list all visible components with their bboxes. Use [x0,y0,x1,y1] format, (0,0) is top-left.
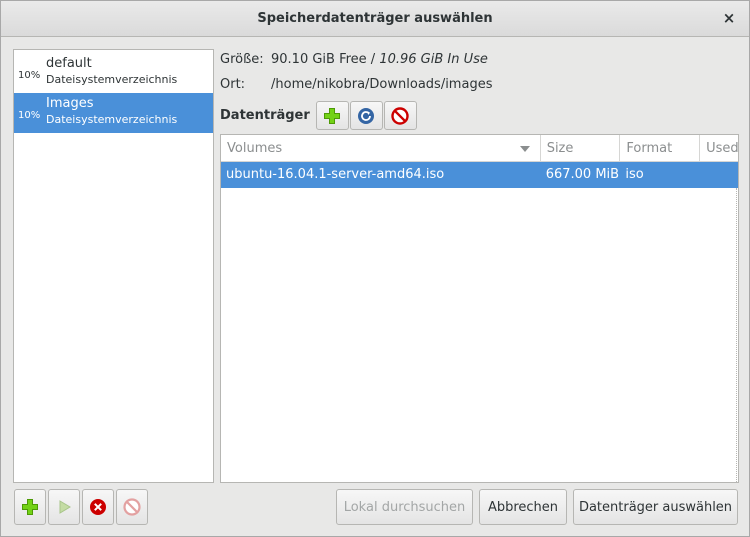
column-header-label: Used [706,141,739,156]
size-separator: / [366,52,380,67]
volume-format-cell: iso [625,167,644,182]
location-path: /home/nikobra/Downloads/images [271,77,493,92]
column-header-label: Volumes [227,141,283,156]
pool-usage-percent: 10% [18,70,41,81]
play-icon [59,500,71,514]
delete-icon [123,498,141,516]
pool-usage-percent: 10% [18,110,41,121]
choose-volume-button[interactable]: Datenträger auswählen [573,489,738,525]
pool-location-row: Ort: /home/nikobra/Downloads/images [220,77,492,92]
volume-used-cell [700,162,738,188]
column-header-format[interactable]: Format [620,135,701,161]
add-volume-button[interactable] [315,101,349,130]
titlebar: Speicherdatenträger auswählen × [1,1,749,37]
column-header-label: Format [626,141,673,156]
pool-name: default [46,56,92,71]
size-label: Größe: [220,52,264,67]
volumes-table-header: Volumes Size Format Used [221,135,738,162]
start-pool-button[interactable] [48,489,80,525]
close-icon[interactable]: × [721,10,737,26]
volumes-label: Datenträger [220,108,310,123]
pool-item-default[interactable]: 10% default Dateisystemverzeichnis [14,53,213,93]
column-header-volumes[interactable]: Volumes [221,135,541,161]
pool-size-row: Größe: 90.10 GiB Free / 10.96 GiB In Use [220,52,488,67]
storage-pool-list: 10% default Dateisystemverzeichnis 10% I… [13,49,214,483]
volume-toolbar: Datenträger [220,101,418,130]
pool-type: Dateisystemverzeichnis [46,73,178,86]
column-divider [736,188,737,482]
volume-size-cell: 667.00 MiB [545,167,620,182]
column-header-label: Size [546,141,574,156]
volumes-table: Volumes Size Format Used ubuntu-16.04.1-… [220,134,739,483]
sort-down-icon [519,146,530,152]
column-header-used[interactable]: Used [700,135,738,161]
location-label: Ort: [220,77,246,92]
window-title: Speicherdatenträger auswählen [257,11,493,26]
delete-icon [391,106,409,125]
free-space: 90.10 GiB Free [271,52,367,67]
browse-local-button[interactable]: Lokal durchsuchen [336,489,473,525]
pool-item-images[interactable]: 10% Images Dateisystemverzeichnis [14,93,213,133]
add-pool-button[interactable] [14,489,46,525]
add-icon [324,107,341,124]
dialog-window: Speicherdatenträger auswählen × 10% defa… [0,0,750,537]
cancel-button[interactable]: Abbrechen [479,489,567,525]
delete-pool-button[interactable] [116,489,148,525]
stop-pool-button[interactable] [82,489,114,525]
volume-name-cell: ubuntu-16.04.1-server-amd64.iso [226,167,445,182]
add-icon [22,499,38,515]
refresh-icon [358,107,375,124]
pool-name: Images [46,96,94,111]
pool-type: Dateisystemverzeichnis [46,113,178,126]
used-space: 10.96 GiB In Use [379,52,488,67]
stop-icon [90,499,106,515]
table-row[interactable]: ubuntu-16.04.1-server-amd64.iso 667.00 M… [221,162,738,188]
column-header-size[interactable]: Size [541,135,621,161]
refresh-volumes-button[interactable] [349,101,383,130]
delete-volume-button[interactable] [383,101,417,130]
